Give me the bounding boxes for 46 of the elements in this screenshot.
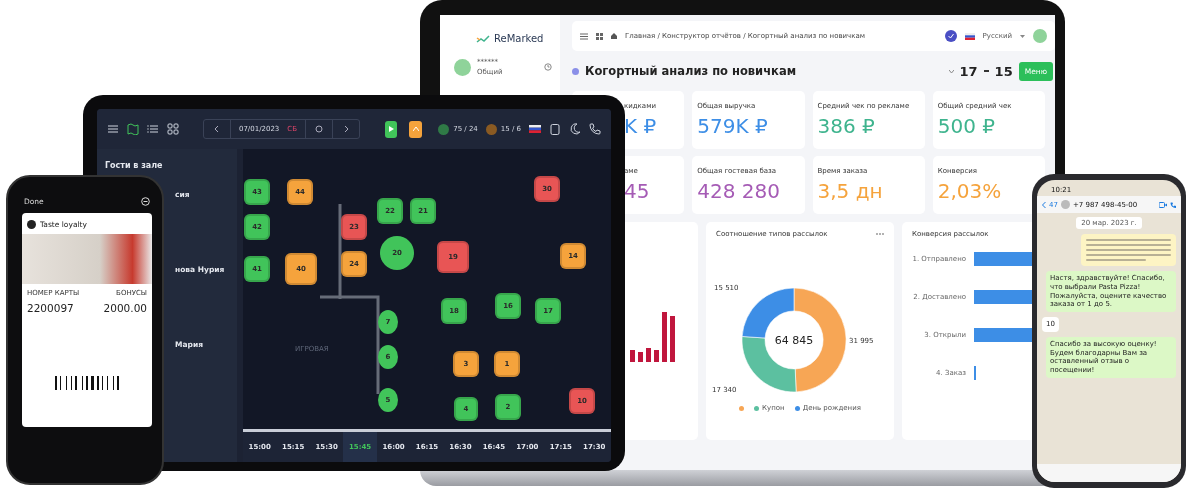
donut-total: 64 845 — [774, 334, 814, 347]
date-day[interactable]: 15 — [994, 63, 1013, 79]
date-day[interactable]: 17 — [959, 63, 978, 79]
caret-icon[interactable] — [1020, 34, 1025, 38]
collapse-button[interactable] — [409, 120, 423, 138]
page-title: Когортный анализ по новичкам — [585, 64, 797, 78]
video-icon[interactable] — [1159, 201, 1167, 208]
flag-icon[interactable] — [529, 123, 541, 135]
avatar-icon — [1060, 200, 1070, 209]
kpi-value: 45 — [624, 179, 651, 203]
chevron-left-icon[interactable] — [214, 126, 220, 132]
brand-logo-icon — [27, 220, 36, 229]
chevron-right-icon[interactable] — [343, 126, 349, 132]
card-number: 2200097 — [27, 302, 74, 314]
check-badge-icon[interactable] — [944, 30, 957, 42]
kpi-value: 500 ₽ — [937, 114, 996, 138]
grid-icon[interactable] — [167, 123, 179, 135]
flag-icon — [964, 32, 975, 40]
home-icon[interactable] — [611, 33, 617, 39]
play-button[interactable] — [384, 120, 398, 138]
caret-up-icon — [412, 127, 419, 131]
message-input-bar[interactable] — [1037, 464, 1181, 482]
logo-icon — [476, 33, 490, 44]
avatar-circle — [454, 58, 471, 76]
minus-circle-icon[interactable] — [141, 197, 150, 206]
bullet-icon — [572, 67, 579, 75]
play-icon — [388, 126, 394, 132]
kpi-value: 428 280 — [697, 179, 781, 203]
kpi-value: K ₽ — [624, 114, 658, 138]
grid-icon[interactable] — [596, 32, 603, 40]
menu-icon[interactable] — [107, 123, 119, 135]
clipboard-icon[interactable] — [549, 123, 561, 135]
moon-icon[interactable] — [569, 123, 581, 135]
sidebar-title: Гости в зале — [105, 161, 164, 170]
kpi-value: 386 ₽ — [817, 114, 876, 138]
kpi-value: 2,03% — [937, 179, 1003, 203]
menu-icon[interactable] — [580, 32, 588, 40]
chevron-icon[interactable] — [948, 69, 954, 73]
logo-text: ReMarked — [494, 33, 544, 44]
map-icon[interactable] — [127, 123, 139, 135]
phone-icon[interactable] — [589, 123, 601, 135]
kpi-value: 3,5 дн — [817, 179, 884, 203]
barcode-icon — [54, 376, 120, 390]
bonus-amount: 2000.00 — [103, 302, 147, 314]
list-icon[interactable] — [147, 123, 159, 135]
kpi-value: 579K ₽ — [697, 114, 769, 138]
